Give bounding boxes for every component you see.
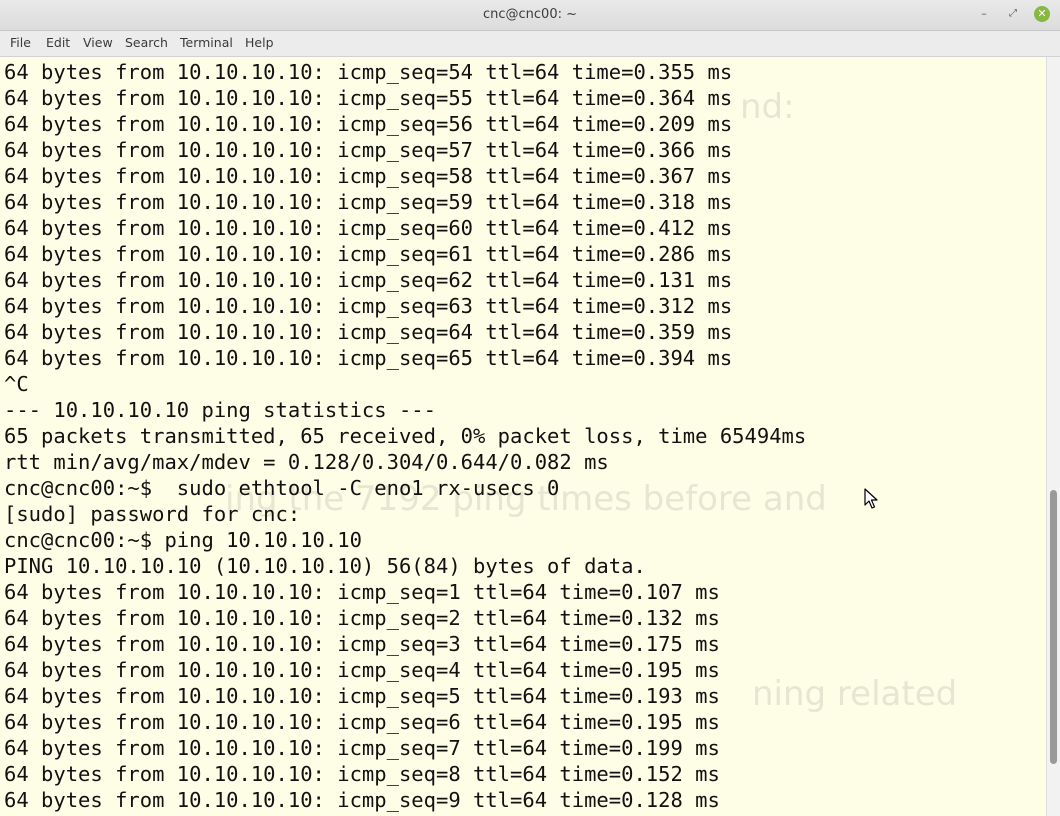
terminal-prompt-line: cnc@cnc00:~$ sudo ethtool -C eno1 rx-use… — [4, 476, 560, 500]
terminal-output[interactable]: nd: ing the 7192 ping times before and n… — [0, 57, 1046, 816]
menu-file[interactable]: File — [10, 35, 31, 50]
terminal-line: 64 bytes from 10.10.10.10: icmp_seq=59 t… — [4, 190, 733, 214]
terminal-line: ^C — [4, 372, 29, 396]
terminal-line: 64 bytes from 10.10.10.10: icmp_seq=61 t… — [4, 242, 733, 266]
menu-terminal[interactable]: Terminal — [180, 35, 233, 50]
terminal-line: 64 bytes from 10.10.10.10: icmp_seq=62 t… — [4, 268, 733, 292]
menu-view[interactable]: View — [83, 35, 113, 50]
terminal-line: 64 bytes from 10.10.10.10: icmp_seq=4 tt… — [4, 658, 720, 682]
menu-help[interactable]: Help — [245, 35, 274, 50]
menu-bar: File Edit View Search Terminal Help — [0, 31, 1060, 57]
terminal-line: 64 bytes from 10.10.10.10: icmp_seq=57 t… — [4, 138, 733, 162]
mouse-pointer-icon — [864, 488, 878, 510]
terminal-line: 64 bytes from 10.10.10.10: icmp_seq=56 t… — [4, 112, 733, 136]
menu-edit[interactable]: Edit — [46, 35, 70, 50]
terminal-line: 64 bytes from 10.10.10.10: icmp_seq=60 t… — [4, 216, 733, 240]
close-icon[interactable]: ✕ — [1034, 6, 1050, 22]
terminal-window: cnc@cnc00: ~ – ⤢ ✕ File Edit View Search… — [0, 0, 1060, 816]
vertical-scrollbar[interactable] — [1046, 57, 1060, 816]
terminal-line: 64 bytes from 10.10.10.10: icmp_seq=1 tt… — [4, 580, 720, 604]
terminal-line: 65 packets transmitted, 65 received, 0% … — [4, 424, 807, 448]
terminal-line: 64 bytes from 10.10.10.10: icmp_seq=6 tt… — [4, 710, 720, 734]
terminal-line: rtt min/avg/max/mdev = 0.128/0.304/0.644… — [4, 450, 609, 474]
terminal-line: 64 bytes from 10.10.10.10: icmp_seq=7 tt… — [4, 736, 720, 760]
window-title: cnc@cnc00: ~ — [482, 7, 577, 22]
terminal-line: [sudo] password for cnc: — [4, 502, 301, 526]
terminal-line: 64 bytes from 10.10.10.10: icmp_seq=58 t… — [4, 164, 733, 188]
menu-search[interactable]: Search — [125, 35, 168, 50]
terminal-line: 64 bytes from 10.10.10.10: icmp_seq=5 tt… — [4, 684, 720, 708]
terminal-line: 64 bytes from 10.10.10.10: icmp_seq=3 tt… — [4, 632, 720, 656]
terminal-line: 64 bytes from 10.10.10.10: icmp_seq=9 tt… — [4, 788, 720, 812]
terminal-line: 64 bytes from 10.10.10.10: icmp_seq=54 t… — [4, 60, 733, 84]
terminal-line: 64 bytes from 10.10.10.10: icmp_seq=2 tt… — [4, 606, 720, 630]
terminal-line: 64 bytes from 10.10.10.10: icmp_seq=65 t… — [4, 346, 733, 370]
terminal-prompt-line: cnc@cnc00:~$ ping 10.10.10.10 — [4, 528, 362, 552]
terminal-line: --- 10.10.10.10 ping statistics --- — [4, 398, 436, 422]
terminal-line: 64 bytes from 10.10.10.10: icmp_seq=8 tt… — [4, 762, 720, 786]
maximize-icon[interactable]: ⤢ — [1005, 6, 1021, 22]
title-bar[interactable]: cnc@cnc00: ~ – ⤢ ✕ — [0, 0, 1060, 31]
terminal-line: 64 bytes from 10.10.10.10: icmp_seq=55 t… — [4, 86, 733, 110]
terminal-line: 64 bytes from 10.10.10.10: icmp_seq=63 t… — [4, 294, 733, 318]
scrollbar-thumb[interactable] — [1050, 490, 1057, 764]
terminal-line: 64 bytes from 10.10.10.10: icmp_seq=64 t… — [4, 320, 733, 344]
terminal-lines: 64 bytes from 10.10.10.10: icmp_seq=54 t… — [4, 59, 806, 813]
minimize-icon[interactable]: – — [976, 6, 992, 22]
terminal-line: PING 10.10.10.10 (10.10.10.10) 56(84) by… — [4, 554, 646, 578]
